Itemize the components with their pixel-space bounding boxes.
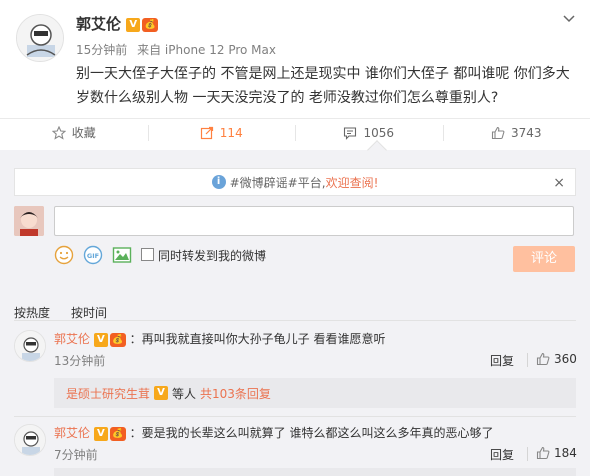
sub-reply-count[interactable]: 共103条回复 (200, 385, 271, 402)
post-source: 来自 iPhone 12 Pro Max (137, 43, 276, 57)
image-icon[interactable] (112, 245, 132, 265)
comment-author[interactable]: 郭艾伦 (54, 332, 90, 346)
vip-badge-icon: V (154, 386, 169, 400)
sub-reply-author[interactable]: 是硕士研究生茸 (66, 385, 150, 402)
like-count: 3743 (510, 125, 542, 140)
comment-text: ：要是我的长辈这么叫就算了 谁特么都这么叫这么多年真的恶心够了 (129, 426, 494, 440)
comment-divider (14, 416, 576, 417)
comment-like-count: 360 (554, 352, 577, 366)
cartoon-avatar-icon (17, 15, 63, 61)
comment-text-line: 郭艾伦 V 💰 ：要是我的长辈这么叫就算了 谁特么都这么叫这么多年真的恶心够了 (54, 424, 494, 441)
comment-avatar[interactable] (14, 424, 46, 456)
rumor-notice-bar: i #微博辟谣# 平台, 欢迎查阅! × (14, 168, 576, 196)
comment-icon (344, 126, 357, 140)
tab-sort-by-hot[interactable]: 按热度 (14, 304, 50, 321)
chevron-down-icon[interactable] (562, 12, 576, 26)
comment-author[interactable]: 郭艾伦 (54, 426, 90, 440)
weibo-post: 郭艾伦 V 💰 15分钟前 来自 iPhone 12 Pro Max 别一天大侄子… (0, 0, 590, 118)
post-action-bar: 收藏 114 1056 3743 (0, 118, 590, 146)
info-icon: i (211, 175, 226, 189)
vip-badge-icon[interactable]: V (93, 426, 108, 441)
sub-reply-suffix: 等人 (172, 386, 197, 401)
author-name[interactable]: 郭艾伦 (76, 15, 121, 33)
repost-checkbox-label[interactable]: 同时转发到我的微博 (158, 247, 266, 264)
user-photo-icon (14, 206, 44, 236)
comment-input[interactable] (54, 206, 574, 236)
repost-button[interactable]: 114 (147, 119, 296, 146)
reply-button[interactable]: 回复 (490, 446, 514, 463)
comment-like-button[interactable]: 184 (536, 446, 577, 460)
comment-like-button[interactable]: 360 (536, 352, 577, 366)
comment-like-count: 184 (554, 446, 577, 460)
repost-checkbox[interactable] (141, 248, 154, 261)
comment-text: ：再叫我就直接叫你大孙子龟儿子 看看谁愿意听 (129, 332, 386, 346)
comment-time: 13分钟前 (54, 354, 106, 368)
comment-text-line: 郭艾伦 V 💰 ：再叫我就直接叫你大孙子龟儿子 看看谁愿意听 (54, 330, 386, 347)
gif-icon[interactable]: GIF (83, 245, 103, 265)
collect-label: 收藏 (71, 126, 96, 140)
author-avatar[interactable] (16, 14, 64, 62)
notice-link[interactable]: 欢迎查阅! (326, 174, 379, 191)
comment-time: 7分钟前 (54, 448, 98, 462)
repost-count: 114 (219, 125, 243, 140)
collect-button[interactable]: 收藏 (0, 119, 148, 146)
post-meta: 15分钟前 来自 iPhone 12 Pro Max (76, 41, 276, 58)
action-separator (527, 353, 528, 367)
emoji-icon[interactable] (54, 245, 74, 265)
current-user-avatar[interactable] (14, 206, 44, 236)
thumbs-up-icon (491, 126, 505, 139)
action-separator (527, 447, 528, 461)
tab-sort-by-time[interactable]: 按时间 (71, 304, 107, 321)
notice-tag[interactable]: #微博辟谣# (230, 174, 298, 191)
sub-reply-summary[interactable]: 是硕士研究生茸 V 等人 共103条回复 (54, 378, 576, 408)
repost-icon (200, 126, 213, 139)
submit-comment-button[interactable]: 评论 (513, 246, 575, 272)
member-badge-icon[interactable]: 💰 (109, 332, 126, 347)
star-icon (51, 125, 66, 140)
member-badge-icon[interactable]: 💰 (142, 17, 159, 32)
post-text: 别一天大侄子大侄子的 不管是网上还是现实中 谁你们大侄子 都叫谁呢 你们多大岁数… (76, 66, 570, 106)
sort-divider (14, 320, 576, 321)
vip-badge-icon[interactable]: V (126, 17, 141, 32)
svg-text:GIF: GIF (87, 252, 99, 260)
vip-badge-icon[interactable]: V (93, 332, 108, 347)
member-badge-icon[interactable]: 💰 (109, 426, 126, 441)
close-icon[interactable]: × (553, 175, 565, 191)
comment-button[interactable]: 1056 (295, 119, 443, 146)
comment-avatar[interactable] (14, 330, 46, 362)
reply-button[interactable]: 回复 (490, 352, 514, 369)
thumbs-up-icon (536, 446, 550, 460)
post-time[interactable]: 15分钟前 (76, 43, 127, 57)
thumbs-up-icon (536, 352, 550, 366)
comment-count: 1056 (363, 125, 395, 140)
like-button[interactable]: 3743 (442, 119, 590, 146)
author-name-row: 郭艾伦 V 💰 (76, 13, 159, 34)
notice-platform: 平台, (297, 175, 326, 190)
sub-reply-strip (54, 468, 576, 476)
